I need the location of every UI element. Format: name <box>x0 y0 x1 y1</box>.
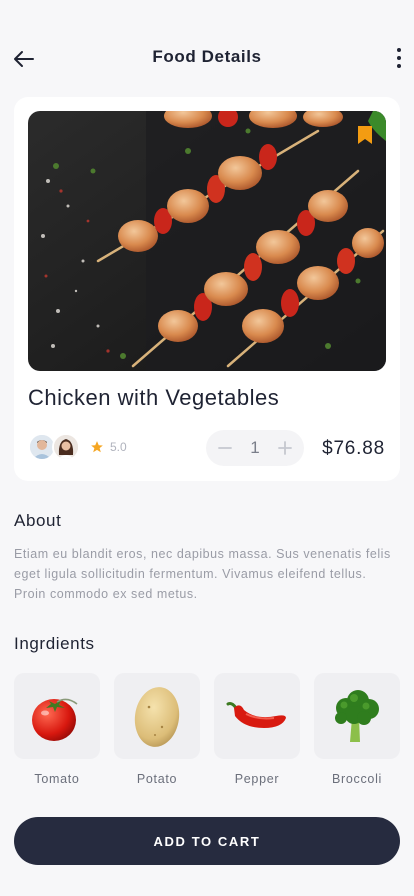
ingredient-label: Potato <box>136 772 178 786</box>
rating: 5.0 <box>90 440 127 454</box>
more-vertical-icon <box>397 48 401 52</box>
price: $76.88 <box>322 438 385 459</box>
star-icon <box>91 441 103 453</box>
bookmark-icon <box>358 126 372 144</box>
add-to-cart-button[interactable]: ADD TO CART <box>14 817 400 865</box>
broccoli-icon <box>335 690 379 742</box>
ingredient-item-potato[interactable]: Potato <box>114 673 200 786</box>
ingredient-item-pepper[interactable]: Pepper <box>214 673 300 786</box>
about-heading: About <box>14 511 62 530</box>
food-image <box>28 111 386 371</box>
ingredient-item-tomato[interactable]: Tomato <box>14 673 100 786</box>
ingredient-item-broccoli[interactable]: Broccoli <box>314 673 400 786</box>
minus-icon <box>218 447 232 449</box>
bookmark-button[interactable] <box>358 126 372 149</box>
avatar <box>52 433 80 461</box>
tomato-icon <box>32 698 78 741</box>
increase-button[interactable] <box>274 437 296 459</box>
ingredients-list: Tomato Potato Pepper Broccoli <box>14 673 414 786</box>
ingredient-label: Tomato <box>34 772 80 786</box>
page-title: Food Details <box>152 47 262 66</box>
plus-icon <box>278 441 292 455</box>
ingredient-label: Pepper <box>234 772 280 786</box>
reviewer-avatars <box>28 433 84 461</box>
decrease-button[interactable] <box>214 437 236 459</box>
ingredient-label: Broccoli <box>331 772 383 786</box>
food-name: Chicken with Vegetables <box>28 385 280 410</box>
potato-icon <box>134 687 180 747</box>
quantity-value: 1 <box>250 438 260 457</box>
rating-value: 5.0 <box>110 440 127 454</box>
food-card: Chicken with Vegetables 5.0 1 $76.88 <box>14 97 400 481</box>
about-text: Etiam eu blandit eros, nec dapibus massa… <box>14 547 391 601</box>
pepper-icon <box>226 702 286 728</box>
ingredients-heading: Ingrdients <box>14 634 95 653</box>
quantity-stepper: 1 <box>206 430 304 466</box>
header: Food Details <box>0 0 414 100</box>
more-options-button[interactable] <box>392 45 406 71</box>
